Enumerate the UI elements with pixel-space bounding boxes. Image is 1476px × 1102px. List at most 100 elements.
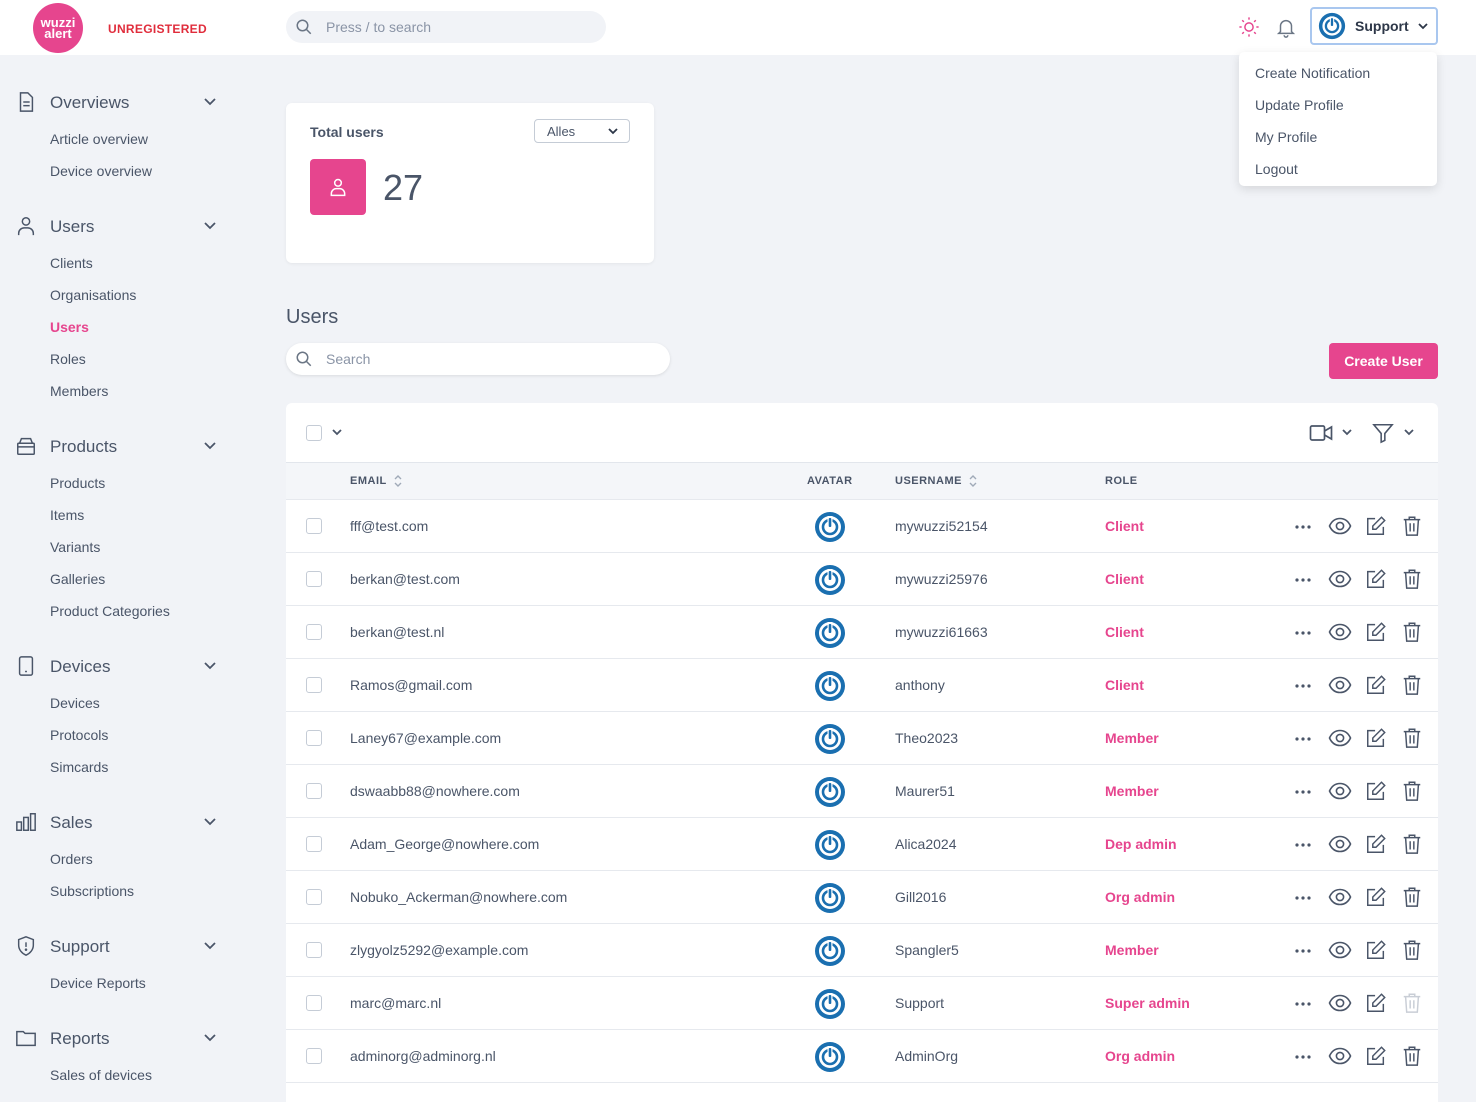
more-icon[interactable]: [1294, 789, 1312, 795]
eye-icon[interactable]: [1328, 833, 1352, 855]
select-all-checkbox[interactable]: [306, 425, 322, 441]
trash-icon[interactable]: [1401, 1045, 1423, 1067]
more-icon[interactable]: [1294, 630, 1312, 636]
edit-icon[interactable]: [1365, 727, 1387, 749]
more-icon[interactable]: [1294, 1001, 1312, 1007]
chevron-down-icon[interactable]: [1403, 428, 1415, 438]
user-menu-button[interactable]: Support: [1310, 7, 1438, 45]
row-checkbox[interactable]: [306, 730, 322, 746]
trash-icon[interactable]: [1401, 568, 1423, 590]
eye-icon[interactable]: [1328, 568, 1352, 590]
sidebar-item-users[interactable]: Users: [50, 319, 89, 335]
edit-icon[interactable]: [1365, 1045, 1387, 1067]
edit-icon[interactable]: [1365, 939, 1387, 961]
sidebar-item-sales-of-devices[interactable]: Sales of devices: [50, 1067, 152, 1083]
trash-icon[interactable]: [1401, 886, 1423, 908]
sidebar-header-users[interactable]: Users: [0, 211, 240, 241]
filter-icon[interactable]: [1372, 422, 1394, 444]
sidebar-item-galleries[interactable]: Galleries: [50, 571, 105, 587]
edit-icon[interactable]: [1365, 621, 1387, 643]
video-camera-icon[interactable]: [1309, 423, 1333, 443]
column-email[interactable]: EMAIL: [350, 475, 387, 487]
sidebar-item-device-reports[interactable]: Device Reports: [50, 975, 146, 991]
sidebar-item-items[interactable]: Items: [50, 507, 84, 523]
more-icon[interactable]: [1294, 577, 1312, 583]
trash-icon[interactable]: [1401, 727, 1423, 749]
menu-item-update-profile[interactable]: Update Profile: [1239, 93, 1437, 125]
row-checkbox[interactable]: [306, 995, 322, 1011]
sidebar-item-subscriptions[interactable]: Subscriptions: [50, 883, 134, 899]
more-icon[interactable]: [1294, 1054, 1312, 1060]
sidebar-item-orders[interactable]: Orders: [50, 851, 93, 867]
create-user-button[interactable]: Create User: [1329, 343, 1438, 379]
sidebar-header-products[interactable]: Products: [0, 431, 240, 461]
row-checkbox[interactable]: [306, 677, 322, 693]
trash-icon[interactable]: [1401, 780, 1423, 802]
chevron-down-icon[interactable]: [331, 428, 343, 438]
row-checkbox[interactable]: [306, 624, 322, 640]
sidebar-header-overviews[interactable]: Overviews: [0, 87, 240, 117]
sidebar-header-sales[interactable]: Sales: [0, 807, 240, 837]
row-checkbox[interactable]: [306, 571, 322, 587]
sidebar-item-roles[interactable]: Roles: [50, 351, 86, 367]
row-checkbox[interactable]: [306, 1048, 322, 1064]
edit-icon[interactable]: [1365, 515, 1387, 537]
eye-icon[interactable]: [1328, 1045, 1352, 1067]
users-search[interactable]: [286, 343, 670, 375]
users-search-input[interactable]: [326, 343, 656, 375]
global-search-input[interactable]: [326, 11, 596, 43]
sidebar-item-product-categories[interactable]: Product Categories: [50, 603, 170, 619]
edit-icon[interactable]: [1365, 886, 1387, 908]
eye-icon[interactable]: [1328, 674, 1352, 696]
row-checkbox[interactable]: [306, 518, 322, 534]
edit-icon[interactable]: [1365, 674, 1387, 696]
edit-icon[interactable]: [1365, 568, 1387, 590]
sidebar-item-devices[interactable]: Devices: [50, 695, 100, 711]
eye-icon[interactable]: [1328, 886, 1352, 908]
row-checkbox[interactable]: [306, 942, 322, 958]
sidebar-item-variants[interactable]: Variants: [50, 539, 100, 555]
sidebar-item-article-overview[interactable]: Article overview: [50, 131, 148, 147]
sun-icon[interactable]: [1238, 16, 1260, 38]
sidebar-header-support[interactable]: Support: [0, 931, 240, 961]
edit-icon[interactable]: [1365, 833, 1387, 855]
more-icon[interactable]: [1294, 736, 1312, 742]
eye-icon[interactable]: [1328, 621, 1352, 643]
bell-icon[interactable]: [1275, 15, 1297, 39]
trash-icon[interactable]: [1401, 939, 1423, 961]
row-checkbox[interactable]: [306, 783, 322, 799]
sidebar-item-protocols[interactable]: Protocols: [50, 727, 108, 743]
more-icon[interactable]: [1294, 683, 1312, 689]
sidebar-item-products[interactable]: Products: [50, 475, 105, 491]
eye-icon[interactable]: [1328, 727, 1352, 749]
more-icon[interactable]: [1294, 948, 1312, 954]
global-search[interactable]: [286, 11, 606, 43]
column-username[interactable]: USERNAME: [895, 475, 962, 487]
sort-icon[interactable]: [968, 473, 978, 489]
row-checkbox[interactable]: [306, 836, 322, 852]
row-checkbox[interactable]: [306, 889, 322, 905]
menu-item-my-profile[interactable]: My Profile: [1239, 125, 1437, 157]
eye-icon[interactable]: [1328, 939, 1352, 961]
eye-icon[interactable]: [1328, 780, 1352, 802]
sidebar-item-simcards[interactable]: Simcards: [50, 759, 108, 775]
trash-icon[interactable]: [1401, 621, 1423, 643]
sidebar-header-reports[interactable]: Reports: [0, 1023, 240, 1053]
edit-icon[interactable]: [1365, 780, 1387, 802]
trash-icon[interactable]: [1401, 515, 1423, 537]
sort-icon[interactable]: [393, 473, 403, 489]
logo[interactable]: wuzzi alert: [33, 3, 83, 53]
period-select[interactable]: Alles: [534, 119, 630, 143]
sidebar-item-device-overview[interactable]: Device overview: [50, 163, 152, 179]
eye-icon[interactable]: [1328, 992, 1352, 1014]
sidebar-item-members[interactable]: Members: [50, 383, 108, 399]
sidebar-item-clients[interactable]: Clients: [50, 255, 93, 271]
sidebar-item-organisations[interactable]: Organisations: [50, 287, 136, 303]
more-icon[interactable]: [1294, 524, 1312, 530]
eye-icon[interactable]: [1328, 515, 1352, 537]
menu-item-create-notification[interactable]: Create Notification: [1239, 61, 1437, 93]
more-icon[interactable]: [1294, 895, 1312, 901]
trash-icon[interactable]: [1401, 674, 1423, 696]
sidebar-header-devices[interactable]: Devices: [0, 651, 240, 681]
more-icon[interactable]: [1294, 842, 1312, 848]
